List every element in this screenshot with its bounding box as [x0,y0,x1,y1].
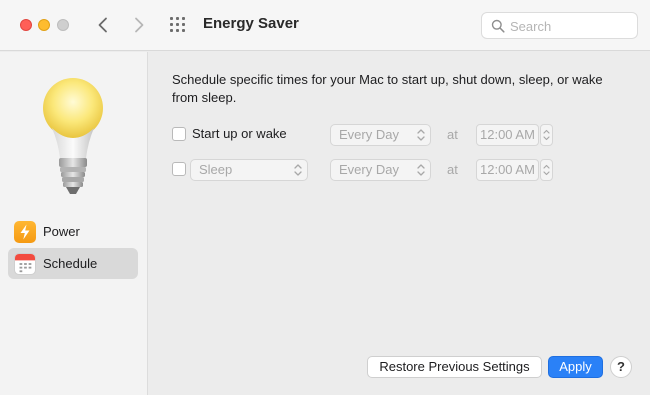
up-down-chevron-icon [294,164,302,176]
light-bulb-icon [43,78,103,194]
sleep-time-stepper[interactable] [540,159,553,181]
schedule-row-sleep: Sleep Every Day at 12:00 AM [172,159,642,181]
back-button[interactable] [92,14,114,36]
startup-checkbox[interactable] [172,127,186,141]
titlebar: Energy Saver [0,0,650,51]
stepper-arrows-icon [543,129,550,141]
sidebar-item-power[interactable]: Power [8,216,138,247]
lightning-bolt-icon [14,220,36,243]
schedule-row-startup: Start up or wake Every Day at 12:00 AM [172,124,642,146]
sidebar-item-label: Schedule [43,256,98,271]
calendar-icon [14,252,36,275]
chevron-right-icon [135,17,144,33]
sidebar: Power Schedule [0,52,148,395]
sidebar-item-label: Power [43,224,80,239]
search-icon [491,19,505,33]
close-button[interactable] [20,19,32,31]
at-label: at [447,162,458,177]
startup-frequency-popup[interactable]: Every Day [330,124,431,146]
startup-time-field[interactable]: 12:00 AM [476,124,539,146]
energy-saver-window: Energy Saver Search Power Schedule Sched… [0,0,650,395]
chevron-left-icon [98,17,107,33]
search-field[interactable] [481,12,638,39]
sidebar-item-schedule[interactable]: Schedule [8,248,138,279]
schedule-panel: Schedule specific times for your Mac to … [149,52,650,395]
startup-checkbox-label[interactable]: Start up or wake [192,126,287,141]
sleep-action-value: Sleep [199,162,233,177]
help-button[interactable]: ? [610,356,632,378]
forward-button[interactable] [128,14,150,36]
startup-frequency-value: Every Day [339,127,399,142]
startup-time-stepper[interactable] [540,124,553,146]
sleep-frequency-popup[interactable]: Every Day [330,159,431,181]
sleep-action-popup[interactable]: Sleep [190,159,308,181]
stepper-arrows-icon [543,164,550,176]
search-input[interactable] [510,17,630,35]
minimize-button[interactable] [38,19,50,31]
show-all-grid-button[interactable] [168,15,190,35]
up-down-chevron-icon [417,129,425,141]
restore-previous-settings-button[interactable]: Restore Previous Settings [367,356,542,378]
zoom-button[interactable] [57,19,69,31]
sleep-time-field[interactable]: 12:00 AM [476,159,539,181]
schedule-description: Schedule specific times for your Mac to … [172,72,603,105]
apply-button[interactable]: Apply [548,356,603,378]
up-down-chevron-icon [417,164,425,176]
at-label: at [447,127,458,142]
window-title: Energy Saver [203,15,299,32]
sleep-checkbox[interactable] [172,162,186,176]
sleep-frequency-value: Every Day [339,162,399,177]
